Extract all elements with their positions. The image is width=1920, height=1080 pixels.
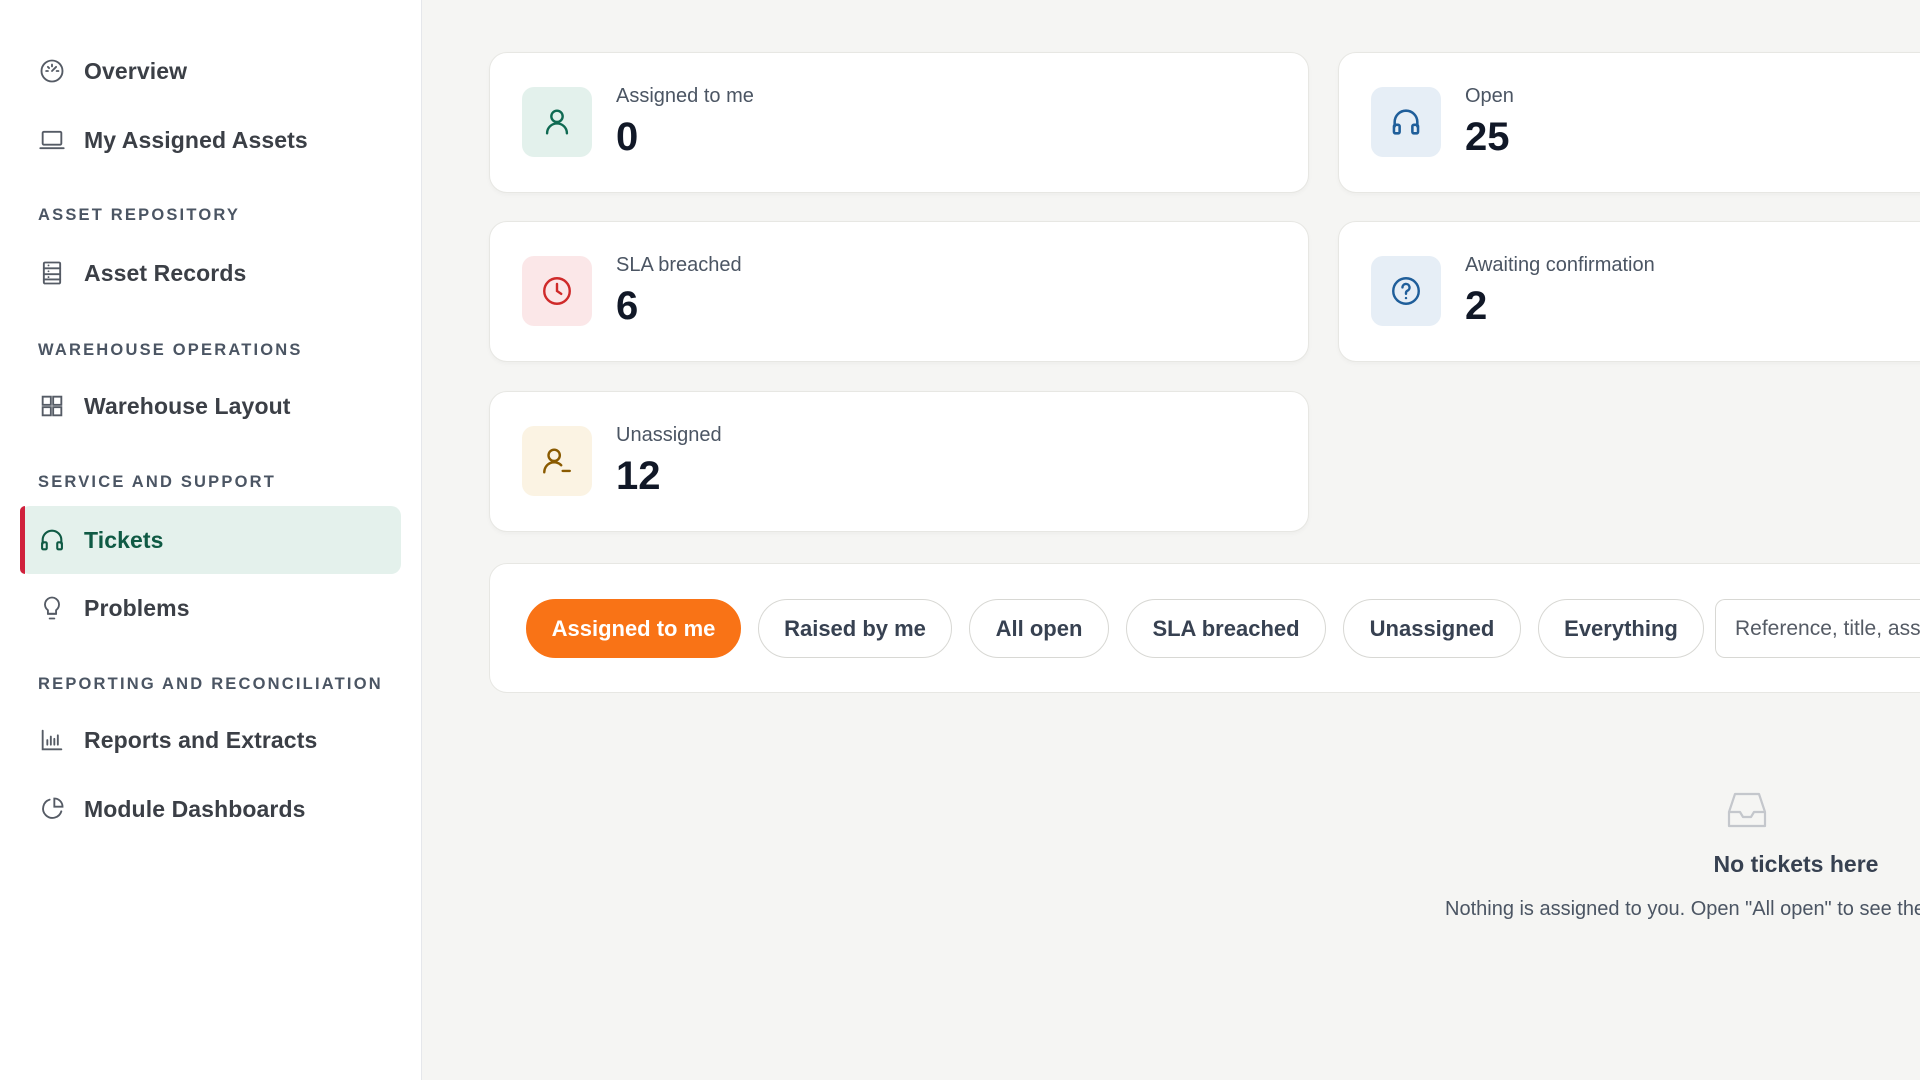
filter-chip-raised-by-me[interactable]: Raised by me xyxy=(758,599,952,658)
sidebar-item-label: Warehouse Layout xyxy=(84,392,291,419)
stat-card-assigned-to-me[interactable]: Assigned to me 0 xyxy=(489,52,1309,193)
stat-card-sla-breached[interactable]: SLA breached 6 xyxy=(489,221,1309,362)
pie-chart-icon xyxy=(38,795,66,823)
empty-state-title: No tickets here xyxy=(1713,851,1879,877)
grid-icon xyxy=(38,392,66,420)
records-icon xyxy=(38,259,66,287)
filter-chip-assigned-to-me[interactable]: Assigned to me xyxy=(526,599,741,658)
stat-label: Open xyxy=(1465,85,1514,107)
lightbulb-icon xyxy=(38,594,66,622)
sidebar-item-label: Module Dashboards xyxy=(84,795,306,822)
sidebar-item-reports-and-extracts[interactable]: Reports and Extracts xyxy=(20,706,401,774)
section-heading-service-and-support: SERVICE AND SUPPORT xyxy=(38,473,277,491)
sidebar-item-warehouse-layout[interactable]: Warehouse Layout xyxy=(20,372,401,440)
sidebar-item-label: Asset Records xyxy=(84,259,247,286)
stat-label: Assigned to me xyxy=(616,85,754,107)
stat-card-unassigned[interactable]: Unassigned 12 xyxy=(489,391,1309,532)
stat-label: Unassigned xyxy=(616,424,722,446)
sidebar-item-label: Overview xyxy=(84,57,188,84)
bar-chart-icon xyxy=(38,726,66,754)
ticket-filter-bar: Assigned to me Raised by me All open SLA… xyxy=(489,563,1920,693)
stat-value: 2 xyxy=(1465,284,1488,328)
clock-icon xyxy=(522,256,592,326)
laptop-icon xyxy=(38,126,66,154)
sidebar: Overview My Assigned Assets ASSET REPOSI… xyxy=(0,0,422,1080)
filter-chip-sla-breached[interactable]: SLA breached xyxy=(1126,599,1326,658)
ticket-search-input[interactable] xyxy=(1715,599,1920,658)
sidebar-item-my-assigned-assets[interactable]: My Assigned Assets xyxy=(20,106,401,174)
stat-value: 0 xyxy=(616,115,639,159)
sidebar-item-module-dashboards[interactable]: Module Dashboards xyxy=(20,775,401,843)
sidebar-item-label: Problems xyxy=(84,594,190,621)
filter-chip-all-open[interactable]: All open xyxy=(969,599,1109,658)
stat-value: 6 xyxy=(616,284,639,328)
filter-chip-everything[interactable]: Everything xyxy=(1538,599,1704,658)
sidebar-item-problems[interactable]: Problems xyxy=(20,574,401,642)
stat-card-awaiting-confirmation[interactable]: Awaiting confirmation 2 xyxy=(1338,221,1920,362)
sidebar-item-label: My Assigned Assets xyxy=(84,126,308,153)
main-content: Assigned to me 0 Open 25 SLA breached 6 xyxy=(423,0,1920,1080)
section-heading-warehouse-operations: WAREHOUSE OPERATIONS xyxy=(38,341,303,359)
question-icon xyxy=(1371,256,1441,326)
stat-card-open[interactable]: Open 25 xyxy=(1338,52,1920,193)
stat-label: Awaiting confirmation xyxy=(1465,254,1655,276)
sidebar-item-asset-records[interactable]: Asset Records xyxy=(20,239,401,307)
section-heading-reporting-and-reconciliation: REPORTING AND RECONCILIATION xyxy=(38,675,383,693)
stat-label: SLA breached xyxy=(616,254,742,276)
headset-icon xyxy=(38,526,66,554)
user-icon xyxy=(522,87,592,157)
gauge-icon xyxy=(38,57,66,85)
sidebar-item-tickets[interactable]: Tickets xyxy=(20,506,401,574)
sidebar-item-overview[interactable]: Overview xyxy=(20,37,401,105)
sidebar-item-label: Reports and Extracts xyxy=(84,726,318,753)
filter-chip-unassigned[interactable]: Unassigned xyxy=(1343,599,1521,658)
stat-value: 25 xyxy=(1465,115,1510,159)
sidebar-item-label: Tickets xyxy=(84,526,164,553)
section-heading-asset-repository: ASSET REPOSITORY xyxy=(38,206,241,224)
inbox-icon xyxy=(1727,792,1767,828)
empty-state-description: Nothing is assigned to you. Open "All op… xyxy=(1445,898,1920,920)
headset-icon xyxy=(1371,87,1441,157)
stat-value: 12 xyxy=(616,454,661,498)
user-minus-icon xyxy=(522,426,592,496)
